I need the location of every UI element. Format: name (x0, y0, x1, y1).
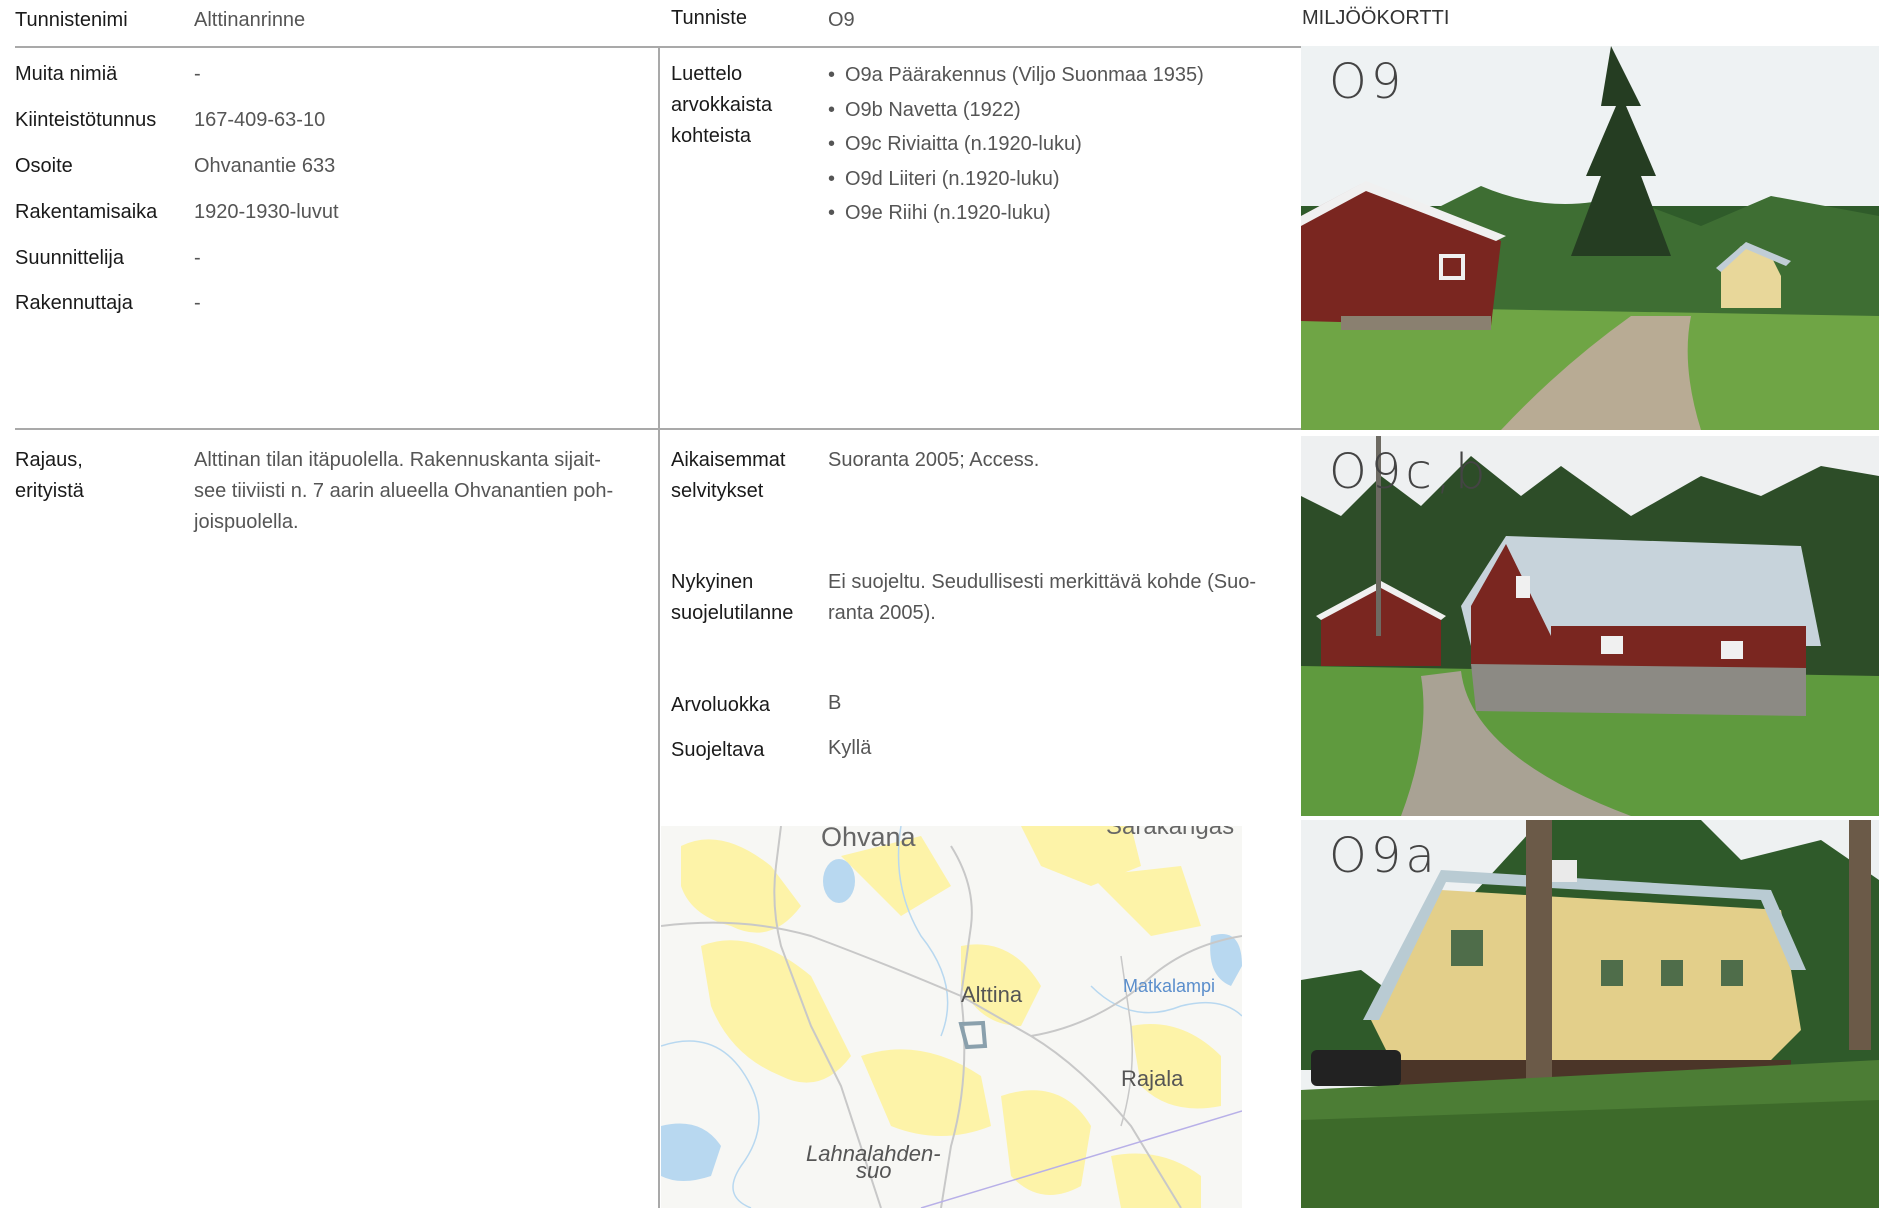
map-label-ohvana: Ohvana (821, 826, 917, 852)
list-item: • O9c Riviaitta (n.1920-luku) (828, 127, 1204, 162)
label-rajaus-line2: erityistä (15, 480, 84, 502)
photo-o9cb: O9c,b (1301, 436, 1879, 816)
value-rajaus-line2: see tiiviisti n. 7 aarin alueella Ohvana… (194, 480, 614, 502)
map-water (823, 859, 855, 903)
map-label-lahnalahden-2: suo (856, 1158, 891, 1183)
list-item: • O9d Liiteri (n.1920-luku) (828, 162, 1204, 197)
map-canvas: Ohvana Sarakangas Alttina Matkalampi Raj… (661, 826, 1242, 1208)
value-tunniste: O9 (828, 9, 855, 31)
value-rakentamisaika: 1920-1930-luvut (194, 201, 339, 223)
label-kiinteistotunnus: Kiinteistötunnus (15, 109, 157, 131)
value-suojeltava: Kyllä (828, 737, 872, 759)
bullet: • (828, 64, 836, 86)
value-nykyinen-line2: ranta 2005). (828, 602, 936, 624)
map-label-sarakangas: Sarakangas (1106, 826, 1234, 840)
label-tunnistenimi: Tunnistenimi (15, 9, 128, 31)
label-nykyinen: Nykyinen suojelutilanne (671, 567, 793, 629)
list-item-text: O9b Navetta (1922) (845, 98, 1021, 121)
list-item: • O9b Navetta (1922) (828, 93, 1204, 128)
card-header: MILJÖÖKORTTI (1302, 7, 1450, 29)
photo-o9a: O9a (1301, 820, 1879, 1208)
map-label-rajala: Rajala (1121, 1066, 1184, 1091)
location-map: Ohvana Sarakangas Alttina Matkalampi Raj… (661, 826, 1242, 1208)
value-aikaisemmat: Suoranta 2005; Access. (828, 449, 1040, 471)
label-rakennuttaja: Rakennuttaja (15, 292, 133, 314)
label-luettelo: Luettelo arvokkaista kohteista (671, 59, 772, 152)
label-luettelo-line1: Luettelo (671, 63, 743, 85)
value-suunnittelija: - (194, 247, 201, 269)
list-item: • O9a Päärakennus (Viljo Suonmaa 1935) (828, 58, 1204, 93)
valuable-buildings-list: • O9a Päärakennus (Viljo Suonmaa 1935) • O… (828, 58, 1204, 231)
list-item-text: O9e Riihi (n.1920-luku) (845, 202, 1051, 224)
label-suojeltava: Suojeltava (671, 739, 765, 761)
label-nykyinen-line1: Nykyinen (671, 571, 754, 593)
value-rajaus-line3: joispuolella. (194, 511, 299, 533)
list-item-text: O9c Riviaitta (n.1920-luku) (845, 133, 1082, 155)
label-aikaisemmat: Aikaisemmat selvitykset (671, 445, 785, 507)
photo-label-o9: O9 (1329, 54, 1406, 110)
label-osoite: Osoite (15, 155, 73, 177)
label-rakentamisaika: Rakentamisaika (15, 201, 158, 223)
list-item-text: O9d Liiteri (n.1920-luku) (845, 167, 1060, 190)
value-arvoluokka: B (828, 692, 842, 714)
label-luettelo-line2: arvokkaista (671, 94, 773, 116)
label-nykyinen-line2: suojelutilanne (671, 602, 794, 624)
label-suunnittelija: Suunnittelija (15, 247, 124, 269)
list-item-text: O9a Päärakennus (Viljo Suonmaa 1935) (845, 64, 1204, 86)
bullet: • (828, 167, 836, 190)
label-rajaus-line1: Rajaus, (15, 449, 83, 471)
map-label-alttina: Alttina (961, 982, 1023, 1007)
label-aikaisemmat-line2: selvitykset (671, 480, 764, 502)
photo-label-o9a: O9a (1329, 828, 1439, 884)
map-label-matkalampi: Matkalampi (1123, 976, 1215, 996)
value-rajaus-line1: Alttinan tilan itäpuolella. Rakennuskant… (194, 449, 601, 471)
label-tunniste: Tunniste (671, 7, 747, 29)
value-nykyinen: Ei suojeltu. Seudullisesti merkittävä ko… (828, 567, 1256, 629)
value-tunnistenimi: Alttinanrinne (194, 9, 306, 31)
value-kiinteistotunnus: 167-409-63-10 (194, 109, 326, 131)
photo-o9: O9 (1301, 46, 1879, 430)
bullet: • (828, 202, 836, 224)
list-item: • O9e Riihi (n.1920-luku) (828, 196, 1204, 231)
photo-label-o9cb: O9c,b (1329, 444, 1490, 500)
value-rakennuttaja: - (194, 292, 201, 314)
divider-vertical (658, 46, 660, 1208)
label-arvoluokka: Arvoluokka (671, 694, 770, 716)
bullet: • (828, 98, 836, 121)
value-rajaus: Alttinan tilan itäpuolella. Rakennuskant… (194, 445, 634, 538)
label-rajaus: Rajaus, erityistä (15, 445, 84, 507)
bullet: • (828, 133, 836, 155)
value-muita-nimia: - (194, 63, 201, 85)
value-osoite: Ohvanantie 633 (194, 155, 336, 177)
label-luettelo-line3: kohteista (671, 125, 752, 147)
label-muita-nimia: Muita nimiä (15, 63, 118, 85)
value-nykyinen-line1: Ei suojeltu. Seudullisesti merkittävä ko… (828, 571, 1256, 593)
label-aikaisemmat-line1: Aikaisemmat (671, 449, 786, 471)
